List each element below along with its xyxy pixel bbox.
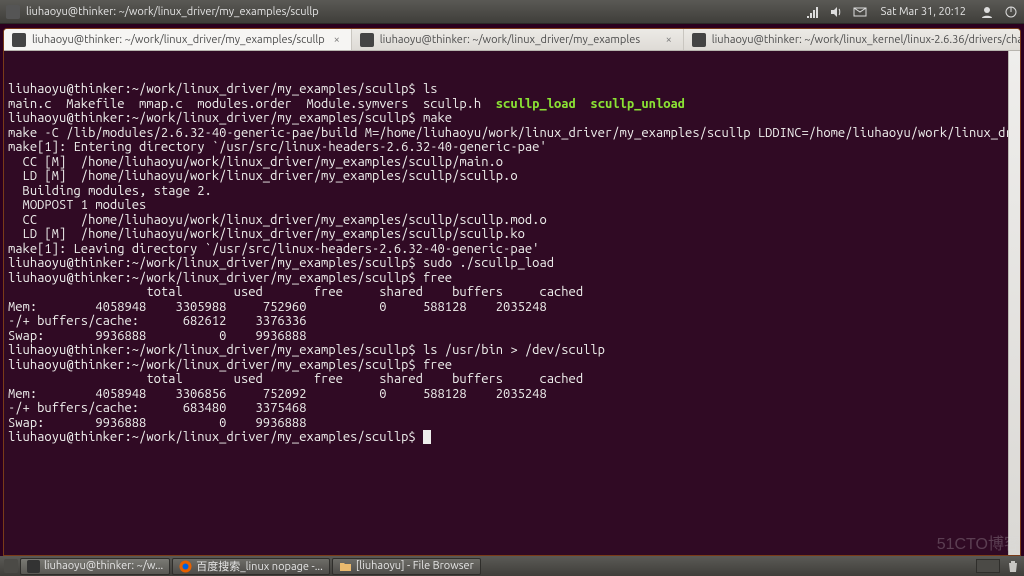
tab-1[interactable]: liuhaoyu@thinker: ~/work/linux_driver/my… [4, 29, 352, 50]
task-nautilus[interactable]: [liuhaoyu] - File Browser [332, 558, 481, 575]
tab-2[interactable]: liuhaoyu@thinker: ~/work/linux_driver/my… [352, 29, 684, 50]
mail-icon[interactable] [853, 5, 867, 19]
close-icon[interactable]: × [663, 34, 675, 46]
tab-label: liuhaoyu@thinker: ~/work/linux_kernel/li… [712, 34, 1021, 46]
volume-icon[interactable] [829, 5, 843, 19]
terminal-icon [360, 33, 374, 47]
tab-label: liuhaoyu@thinker: ~/work/linux_driver/my… [380, 34, 657, 46]
terminal-window: liuhaoyu@thinker: ~/work/linux_driver/my… [3, 28, 1021, 556]
window-icon [6, 5, 20, 19]
clock[interactable]: Sat Mar 31, 20:12 [877, 6, 970, 18]
show-desktop-icon[interactable] [4, 559, 18, 573]
terminal-icon [692, 33, 706, 47]
network-icon[interactable] [805, 5, 819, 19]
user-icon[interactable] [980, 5, 994, 19]
tab-3[interactable]: liuhaoyu@thinker: ~/work/linux_kernel/li… [684, 29, 1021, 50]
cursor [423, 430, 431, 444]
top-panel: liuhaoyu@thinker: ~/work/linux_driver/my… [0, 0, 1024, 24]
workspace-switcher[interactable] [976, 559, 1000, 573]
folder-icon [339, 560, 352, 573]
indicator-area: Sat Mar 31, 20:12 [805, 5, 1018, 19]
trash-icon[interactable] [1006, 559, 1020, 573]
task-firefox[interactable]: 百度搜索_linux nopage -... [172, 558, 330, 575]
tab-label: liuhaoyu@thinker: ~/work/linux_driver/my… [32, 34, 325, 46]
terminal-icon [12, 33, 26, 47]
power-icon[interactable] [1004, 5, 1018, 19]
scrollbar[interactable] [1008, 51, 1020, 555]
tab-bar: liuhaoyu@thinker: ~/work/linux_driver/my… [4, 29, 1020, 51]
window-title: liuhaoyu@thinker: ~/work/linux_driver/my… [26, 6, 319, 18]
firefox-icon [179, 560, 192, 573]
task-label: liuhaoyu@thinker: ~/w... [44, 560, 163, 572]
bottom-panel: liuhaoyu@thinker: ~/w... 百度搜索_linux nopa… [0, 556, 1024, 576]
task-label: 百度搜索_linux nopage -... [196, 558, 323, 574]
task-terminal[interactable]: liuhaoyu@thinker: ~/w... [20, 558, 170, 575]
terminal-icon [27, 560, 40, 573]
task-label: [liuhaoyu] - File Browser [356, 560, 474, 572]
terminal-output[interactable]: liuhaoyu@thinker:~/work/linux_driver/my_… [4, 51, 1020, 555]
close-icon[interactable]: × [331, 34, 343, 46]
